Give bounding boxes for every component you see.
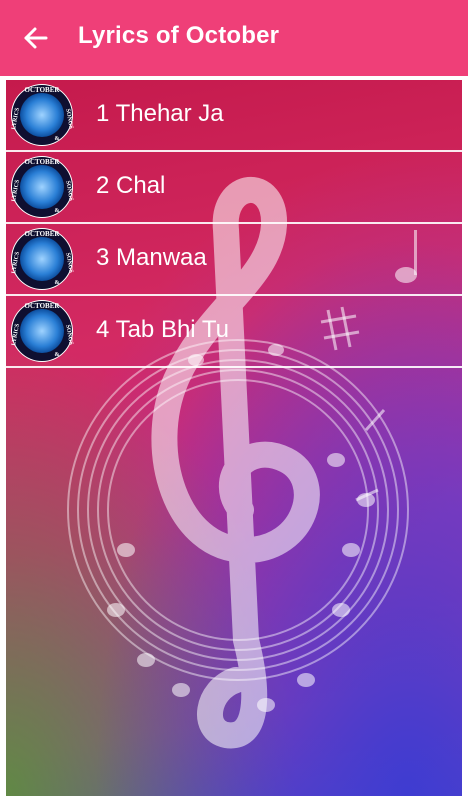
october-songs-lyrics-logo-icon: OCTOBER SONGS LYRICS & — [10, 299, 74, 363]
list-item[interactable]: OCTOBER SONGS LYRICS & 4 Tab Bhi Tu — [6, 296, 462, 368]
svg-text:&: & — [55, 208, 60, 214]
song-list: OCTOBER SONGS LYRICS & 1 Thehar Ja OCTOB… — [6, 80, 462, 368]
list-item[interactable]: OCTOBER SONGS LYRICS & 2 Chal — [6, 152, 462, 224]
svg-text:&: & — [55, 280, 60, 286]
song-list-panel: OCTOBER SONGS LYRICS & 1 Thehar Ja OCTOB… — [4, 78, 464, 798]
svg-text:OCTOBER: OCTOBER — [25, 86, 61, 94]
list-item[interactable]: OCTOBER SONGS LYRICS & 1 Thehar Ja — [6, 80, 462, 152]
october-songs-lyrics-logo-icon: OCTOBER SONGS LYRICS & — [10, 83, 74, 147]
song-title: 1 Thehar Ja — [96, 100, 224, 127]
october-songs-lyrics-logo-icon: OCTOBER SONGS LYRICS & — [10, 227, 74, 291]
back-button[interactable] — [22, 24, 50, 52]
svg-text:OCTOBER: OCTOBER — [25, 158, 61, 166]
song-title: 3 Manwaa — [96, 244, 207, 271]
arrow-left-icon — [24, 27, 48, 49]
svg-text:&: & — [55, 136, 60, 142]
song-title: 4 Tab Bhi Tu — [96, 316, 229, 343]
svg-text:&: & — [55, 352, 60, 358]
list-item[interactable]: OCTOBER SONGS LYRICS & 3 Manwaa — [6, 224, 462, 296]
october-songs-lyrics-logo-icon: OCTOBER SONGS LYRICS & — [10, 155, 74, 219]
svg-text:OCTOBER: OCTOBER — [25, 302, 61, 310]
song-title: 2 Chal — [96, 172, 166, 199]
page-title: Lyrics of October — [78, 22, 280, 49]
app-bar: Lyrics of October — [0, 0, 468, 76]
svg-text:OCTOBER: OCTOBER — [25, 230, 61, 238]
